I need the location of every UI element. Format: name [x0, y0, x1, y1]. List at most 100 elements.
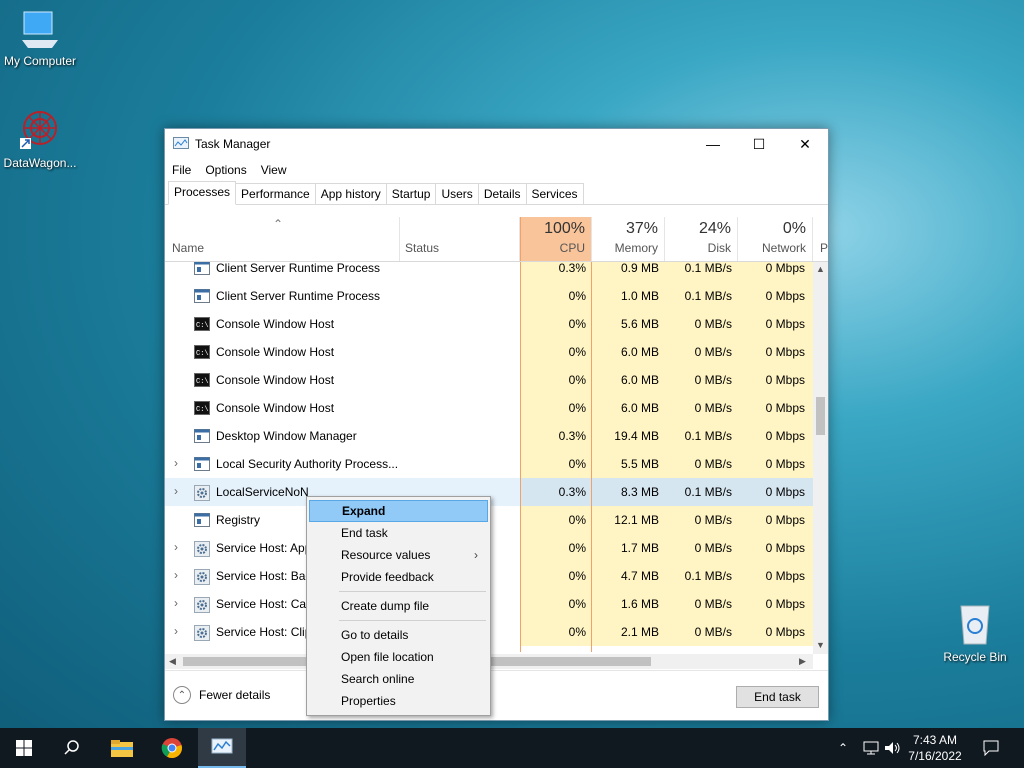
expand-chevron-icon[interactable]: › [174, 624, 178, 638]
column-memory[interactable]: 37% Memory [592, 217, 665, 261]
network-value: 0 Mbps [765, 345, 805, 359]
tab-app-history[interactable]: App history [314, 183, 387, 204]
scroll-right-icon[interactable]: ▶ [799, 656, 806, 667]
column-network[interactable]: 0% Network [738, 217, 813, 261]
console-icon: C:\ [194, 317, 210, 331]
fewer-details-link[interactable]: ⌃ Fewer details [173, 686, 270, 704]
table-row[interactable]: C:\ Console Window Host 0% 5.6 MB 0 MB/s 0 Mb… [165, 310, 813, 338]
expand-chevron-icon[interactable]: › [174, 540, 178, 554]
process-name: Registry [216, 513, 261, 527]
vertical-scroll-thumb[interactable] [816, 397, 825, 435]
disk-value: 0 MB/s [694, 541, 732, 555]
menu-options[interactable]: Options [205, 163, 246, 177]
clock[interactable]: 7:43 AM 7/16/2022 [905, 732, 965, 764]
memory-value: 12.1 MB [614, 513, 659, 527]
cpu-value: 0% [568, 401, 586, 415]
disk-label: Disk [707, 241, 731, 255]
tab-processes[interactable]: Processes [168, 181, 237, 205]
app-icon [194, 289, 210, 303]
context-menu-item-open-file-location[interactable]: Open file location [309, 646, 488, 668]
disk-value: 0 MB/s [694, 513, 732, 527]
task-manager-window: Task Manager — ☐ ✕ File Options View Pro… [164, 128, 829, 721]
context-menu-item-search-online[interactable]: Search online [309, 668, 488, 690]
notifications-button[interactable] [982, 728, 1000, 768]
taskbar-task-manager[interactable] [198, 728, 246, 768]
start-button[interactable] [0, 728, 48, 768]
table-row[interactable]: Client Server Runtime Process 0.3% 0.9 MB 0… [165, 262, 813, 282]
context-menu-item-end-task[interactable]: End task [309, 522, 488, 544]
expand-chevron-icon[interactable]: › [174, 596, 178, 610]
disk-value: 0.1 MB/s [684, 485, 732, 499]
context-menu-item-expand[interactable]: Expand [309, 500, 488, 522]
chevron-up-icon: ⌃ [173, 686, 191, 704]
tab-users[interactable]: Users [435, 183, 479, 204]
fewer-details-label: Fewer details [199, 688, 271, 702]
expand-chevron-icon[interactable]: › [174, 568, 178, 582]
tab-services[interactable]: Services [525, 183, 584, 204]
column-disk[interactable]: 24% Disk [665, 217, 738, 261]
table-row[interactable]: Desktop Window Manager 0.3% 19.4 MB 0.1 MB/… [165, 422, 813, 450]
cpu-value: 0% [568, 541, 586, 555]
cpu-value: 0.3% [558, 429, 586, 443]
desktop-icon-my-computer[interactable]: My Computer [0, 10, 80, 68]
volume-tray-icon[interactable] [884, 728, 902, 768]
maximize-button[interactable]: ☐ [736, 129, 782, 159]
expand-chevron-icon[interactable]: › [174, 456, 178, 470]
close-button[interactable]: ✕ [782, 129, 828, 159]
desktop-icon-datawagon[interactable]: DataWagon... [0, 108, 80, 170]
gear-icon [194, 597, 210, 613]
scroll-up-icon[interactable]: ▲ [816, 264, 825, 274]
memory-value: 5.6 MB [620, 317, 659, 331]
desktop-icon-recycle-bin[interactable]: Recycle Bin [935, 602, 1015, 664]
scroll-down-icon[interactable]: ▼ [816, 640, 825, 650]
show-hidden-icons-button[interactable]: ⌃ [838, 728, 848, 768]
network-value: 0 Mbps [765, 569, 805, 583]
table-row[interactable]: › Local Security Authority Process... 0% 5.… [165, 450, 813, 478]
minimize-button[interactable]: — [690, 129, 736, 159]
column-status-label: Status [405, 241, 440, 255]
taskbar-chrome[interactable] [148, 728, 196, 768]
table-row[interactable]: C:\ Console Window Host 0% 6.0 MB 0 MB/s 0 Mb… [165, 338, 813, 366]
cpu-value: 0% [568, 317, 586, 331]
context-menu-item-provide-feedback[interactable]: Provide feedback [309, 566, 488, 588]
column-cpu[interactable]: 100% CPU [520, 217, 592, 261]
tab-strip: Processes Performance App history Startu… [165, 181, 828, 205]
column-name[interactable]: Name [165, 217, 400, 261]
tab-details[interactable]: Details [477, 183, 527, 204]
task-manager-icon [211, 738, 233, 754]
vertical-scrollbar[interactable]: ▲ ▼ [813, 262, 828, 654]
table-row[interactable]: C:\ Console Window Host 0% 6.0 MB 0 MB/s 0 Mb… [165, 366, 813, 394]
process-name: Console Window Host [216, 401, 335, 415]
table-row[interactable]: Client Server Runtime Process 0% 1.0 MB 0.1… [165, 282, 813, 310]
taskbar-file-explorer[interactable] [98, 728, 146, 768]
menu-item-label: Provide feedback [341, 570, 434, 584]
network-value: 0 Mbps [765, 289, 805, 303]
context-menu-item-properties[interactable]: Properties [309, 690, 488, 712]
menu-item-label: Create dump file [341, 599, 430, 613]
column-power-partial[interactable]: P [813, 217, 828, 261]
taskbar: ⌃ 7:43 AM 7/16/2022 [0, 728, 1024, 768]
console-icon: C:\ [194, 373, 210, 387]
scroll-left-icon[interactable]: ◀ [169, 656, 176, 667]
gear-icon [194, 485, 210, 501]
tab-performance[interactable]: Performance [235, 183, 316, 204]
column-status[interactable]: Status [400, 217, 520, 261]
windows-icon [16, 740, 32, 756]
menu-item-label: End task [341, 526, 388, 540]
title-bar[interactable]: Task Manager — ☐ ✕ [165, 129, 828, 159]
table-row[interactable]: C:\ Console Window Host 0% 6.0 MB 0 MB/s 0 Mb… [165, 394, 813, 422]
network-tray-icon[interactable] [862, 728, 880, 768]
process-name: Console Window Host [216, 317, 335, 331]
cpu-value: 0% [568, 569, 586, 583]
search-button[interactable] [48, 728, 96, 768]
expand-chevron-icon[interactable]: › [174, 484, 178, 498]
context-menu-item-create-dump-file[interactable]: Create dump file [309, 595, 488, 617]
menu-view[interactable]: View [261, 163, 287, 177]
context-menu-item-go-to-details[interactable]: Go to details [309, 624, 488, 646]
tab-startup[interactable]: Startup [385, 183, 437, 204]
end-task-button[interactable]: End task [736, 686, 819, 708]
menu-file[interactable]: File [172, 163, 191, 177]
recycle-bin-icon [955, 602, 995, 646]
context-menu-item-resource-values[interactable]: Resource values › [309, 544, 488, 566]
network-value: 0 Mbps [765, 457, 805, 471]
